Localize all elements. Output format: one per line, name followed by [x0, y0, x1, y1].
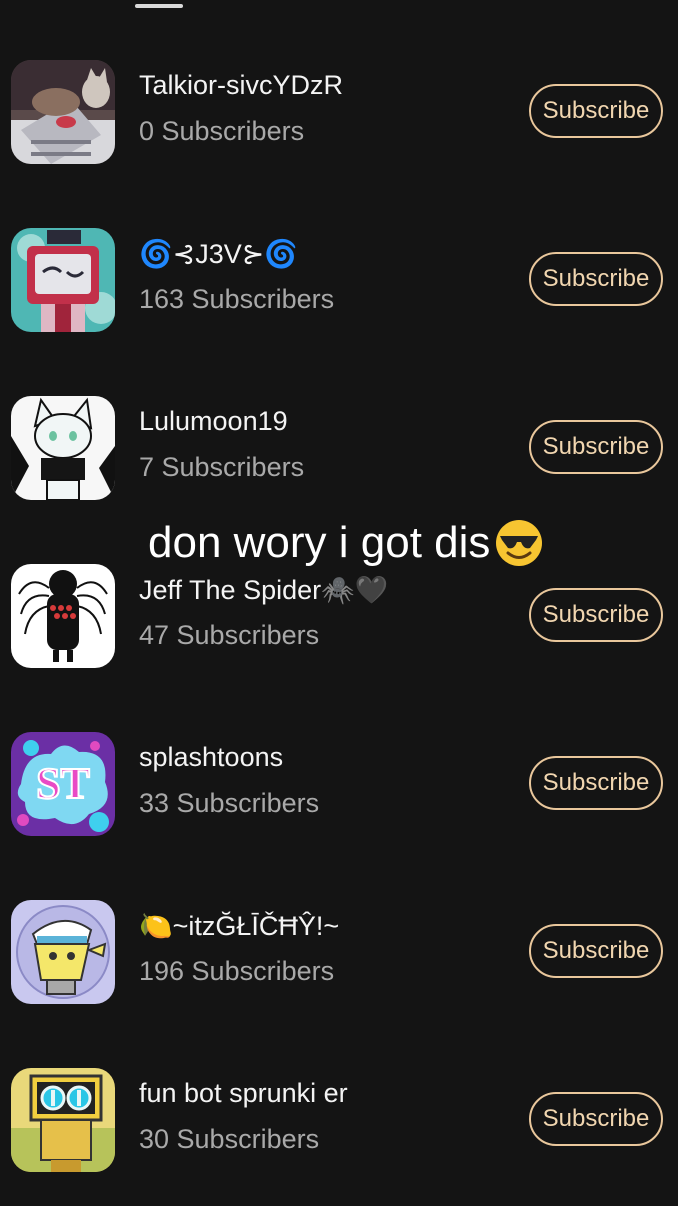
- channel-name[interactable]: Jeff The Spider🕷️🖤: [139, 574, 388, 606]
- subscriber-count: 47 Subscribers: [139, 620, 320, 650]
- channel-name[interactable]: Lulumoon19: [139, 406, 288, 437]
- sunglasses-face-icon: [494, 518, 544, 568]
- channel-name[interactable]: fun bot sprunki er: [139, 1078, 348, 1109]
- list-item[interactable]: 🌀⊰J3V⊱🌀 163 Subscribers Subscribe: [0, 224, 678, 334]
- channel-name[interactable]: 🍋~itzĞŁĪČĦŶ!~: [139, 910, 339, 942]
- subscribe-button[interactable]: Subscribe: [529, 924, 663, 978]
- tv-head-avatar[interactable]: [11, 228, 115, 332]
- subscribe-button[interactable]: Subscribe: [529, 1092, 663, 1146]
- white-cat-avatar[interactable]: [11, 396, 115, 500]
- subscribe-button[interactable]: Subscribe: [529, 252, 663, 306]
- subscribe-button[interactable]: Subscribe: [529, 84, 663, 138]
- st-splash-avatar[interactable]: ST: [11, 732, 115, 836]
- overlay-caption: don wory i got dis: [148, 518, 544, 568]
- list-item[interactable]: Lulumoon19 7 Subscribers Subscribe: [0, 392, 678, 502]
- subscriber-count: 196 Subscribers: [139, 956, 335, 986]
- subscribe-button[interactable]: Subscribe: [529, 588, 663, 642]
- list-item[interactable]: 🍋~itzĞŁĪČĦŶ!~ 196 Subscribers Subscribe: [0, 896, 678, 1006]
- list-item[interactable]: fun bot sprunki er 30 Subscribers Subscr…: [0, 1064, 678, 1174]
- list-item[interactable]: ST splashtoons 33 Subscribers Subscribe: [0, 728, 678, 838]
- tab-indicator: [135, 4, 183, 8]
- channel-name[interactable]: Talkior-sivcYDzR: [139, 70, 343, 101]
- list-item[interactable]: Talkior-sivcYDzR 0 Subscribers Subscribe: [0, 56, 678, 166]
- subscriber-count: 163 Subscribers: [139, 284, 335, 314]
- spider-avatar[interactable]: [11, 564, 115, 668]
- subscriber-count: 33 Subscribers: [139, 788, 320, 818]
- robot-avatar[interactable]: [11, 1068, 115, 1172]
- channel-name[interactable]: splashtoons: [139, 742, 283, 773]
- lemon-character-avatar[interactable]: [11, 900, 115, 1004]
- cat-photo-avatar[interactable]: [11, 60, 115, 164]
- subscriber-count: 0 Subscribers: [139, 116, 305, 146]
- subscribe-button[interactable]: Subscribe: [529, 756, 663, 810]
- channel-name[interactable]: 🌀⊰J3V⊱🌀: [139, 238, 298, 270]
- subscriber-count: 30 Subscribers: [139, 1124, 320, 1154]
- svg-text:ST: ST: [36, 759, 90, 808]
- subscriber-count: 7 Subscribers: [139, 452, 305, 482]
- list-item[interactable]: Jeff The Spider🕷️🖤 47 Subscribers Subscr…: [0, 560, 678, 670]
- subscribe-button[interactable]: Subscribe: [529, 420, 663, 474]
- overlay-text: don wory i got dis: [148, 518, 491, 567]
